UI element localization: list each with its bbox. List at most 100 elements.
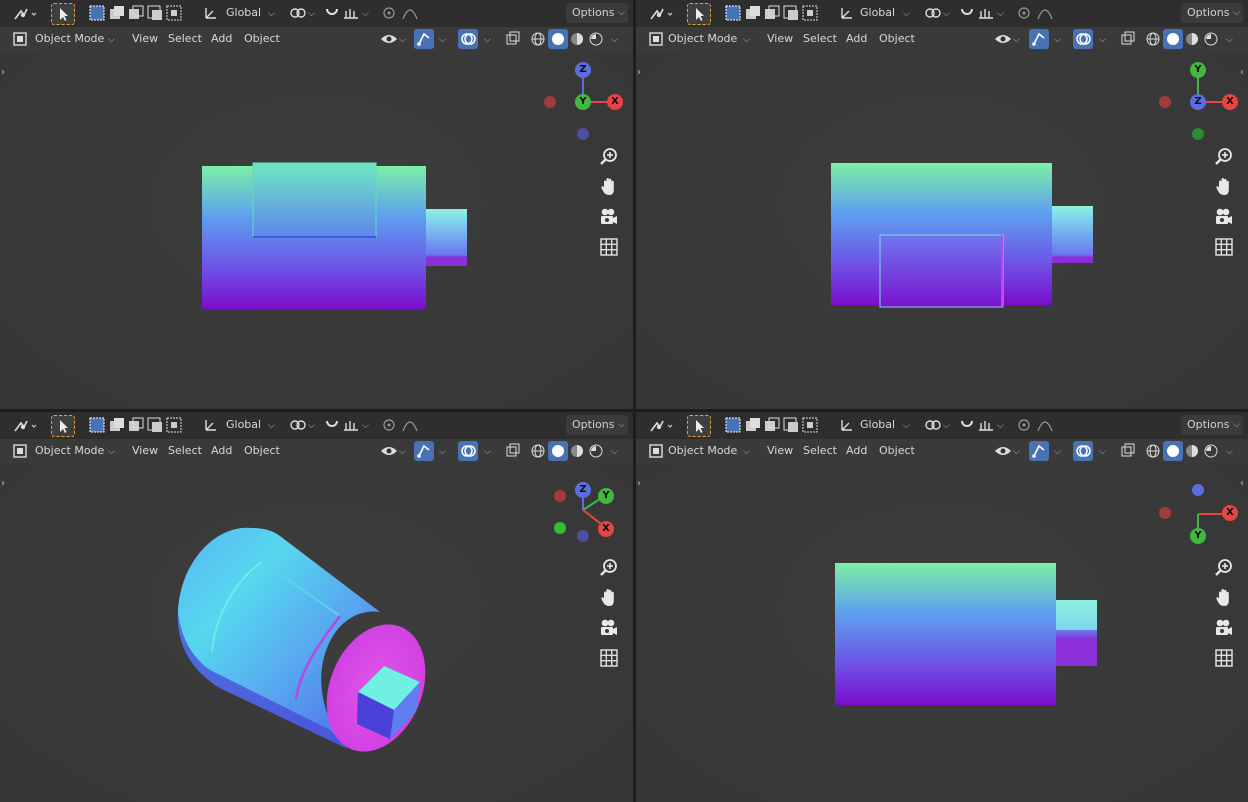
viewport-bottom-left[interactable]: Global ⌵ ⌵ ⌵ Options ⌵ Object Mode ⌵ View… <box>0 412 633 802</box>
visibility-eye-icon[interactable] <box>994 443 1012 459</box>
select-intersect-icon[interactable] <box>165 416 183 434</box>
overlays-toggle-button[interactable] <box>1073 441 1093 461</box>
xray-toggle-icon[interactable] <box>505 31 521 47</box>
navigation-gizmo[interactable]: Y Z X <box>1155 60 1245 145</box>
gizmo-toggle-button[interactable] <box>1029 441 1049 461</box>
rendered-shading-icon[interactable] <box>588 443 604 459</box>
camera-view-icon[interactable] <box>598 206 620 228</box>
xray-toggle-icon[interactable] <box>1120 31 1136 47</box>
gizmo-y-axis[interactable]: Y <box>598 488 614 504</box>
gizmo-x-axis[interactable]: X <box>1222 94 1238 110</box>
chevron-down-icon[interactable]: ⌵ <box>611 447 618 457</box>
xray-toggle-icon[interactable] <box>505 443 521 459</box>
chevron-down-icon[interactable]: ⌵ <box>1099 35 1106 45</box>
select-tool-button[interactable] <box>51 415 75 437</box>
proportional-editing-icon[interactable] <box>1015 5 1033 21</box>
transform-orientation-value[interactable]: Global <box>860 6 895 20</box>
editor-type-icon[interactable] <box>10 4 38 24</box>
chevron-down-icon[interactable]: ⌵ <box>997 421 1004 431</box>
select-box-mode-icon[interactable] <box>88 4 106 22</box>
hand-pan-icon[interactable] <box>1213 587 1235 609</box>
select-subtract-icon[interactable] <box>763 4 781 22</box>
chevron-down-icon[interactable]: ⌵ <box>997 9 1004 19</box>
material-shading-icon[interactable] <box>569 31 585 47</box>
overlays-toggle-button[interactable] <box>458 29 478 49</box>
chevron-down-icon[interactable]: ⌵ <box>1054 447 1061 457</box>
wireframe-shading-icon[interactable] <box>530 31 546 47</box>
camera-view-icon[interactable] <box>1213 206 1235 228</box>
gizmo-y-axis[interactable]: Y <box>575 94 591 110</box>
chevron-down-icon[interactable]: ⌵ <box>268 421 275 431</box>
snap-magnet-icon[interactable] <box>323 417 341 433</box>
hand-pan-icon[interactable] <box>1213 176 1235 198</box>
chevron-down-icon[interactable]: ⌵ <box>484 447 491 457</box>
transform-orientation-value[interactable]: Global <box>226 418 261 432</box>
visibility-eye-icon[interactable] <box>380 31 398 47</box>
chevron-down-icon[interactable]: ⌵ <box>399 447 406 457</box>
gizmo-y-axis[interactable]: Y <box>1190 62 1206 78</box>
menu-object[interactable]: Object <box>879 32 915 46</box>
editor-type-icon[interactable] <box>646 416 674 436</box>
camera-view-icon[interactable] <box>598 617 620 639</box>
transform-orientation-value[interactable]: Global <box>226 6 261 20</box>
camera-view-icon[interactable] <box>1213 617 1235 639</box>
chevron-down-icon[interactable]: ⌵ <box>743 447 750 457</box>
proportional-editing-icon[interactable] <box>380 417 398 433</box>
mode-selector[interactable]: Object Mode <box>668 32 737 46</box>
solid-shading-button[interactable] <box>1163 29 1183 49</box>
gizmo-z-axis[interactable]: Z <box>575 62 591 78</box>
chevron-down-icon[interactable]: ⌵ <box>108 447 115 457</box>
mode-selector[interactable]: Object Mode <box>35 444 104 458</box>
pivot-point-icon[interactable] <box>289 417 307 433</box>
chevron-down-icon[interactable]: ⌵ <box>362 9 369 19</box>
select-subtract-icon[interactable] <box>127 4 145 22</box>
select-tool-button[interactable] <box>687 3 711 25</box>
toolbar-expand-arrow[interactable]: › <box>1 67 9 78</box>
menu-add[interactable]: Add <box>846 444 867 458</box>
wireframe-shading-icon[interactable] <box>1145 443 1161 459</box>
snap-magnet-icon[interactable] <box>958 5 976 21</box>
menu-object[interactable]: Object <box>879 444 915 458</box>
transform-orientation-value[interactable]: Global <box>860 418 895 432</box>
overlays-toggle-button[interactable] <box>458 441 478 461</box>
gizmo-x-axis[interactable]: X <box>607 94 623 110</box>
select-extend-icon[interactable] <box>108 4 126 22</box>
visibility-eye-icon[interactable] <box>994 31 1012 47</box>
material-shading-icon[interactable] <box>569 443 585 459</box>
select-tool-button[interactable] <box>51 3 75 25</box>
menu-select[interactable]: Select <box>168 32 202 46</box>
mode-selector[interactable]: Object Mode <box>35 32 104 46</box>
navigation-gizmo[interactable]: Z Y X <box>545 480 625 550</box>
gizmo-z-axis-neg[interactable] <box>1192 484 1204 496</box>
gizmo-neg-y[interactable] <box>554 522 566 534</box>
falloff-curve-icon[interactable] <box>1036 5 1054 21</box>
rendered-shading-icon[interactable] <box>1203 31 1219 47</box>
gizmo-z-axis[interactable]: Z <box>575 482 591 498</box>
menu-view[interactable]: View <box>132 444 158 458</box>
rendered-shading-icon[interactable] <box>1203 443 1219 459</box>
select-subtract-icon[interactable] <box>127 416 145 434</box>
mode-selector[interactable]: Object Mode <box>668 444 737 458</box>
options-button[interactable]: Options ⌵ <box>1181 415 1243 435</box>
select-tool-button[interactable] <box>687 415 711 437</box>
falloff-curve-icon[interactable] <box>401 5 419 21</box>
menu-select[interactable]: Select <box>803 444 837 458</box>
chevron-down-icon[interactable]: ⌵ <box>439 35 446 45</box>
menu-view[interactable]: View <box>132 32 158 46</box>
gizmo-toggle-button[interactable] <box>1029 29 1049 49</box>
menu-object[interactable]: Object <box>244 444 280 458</box>
ortho-grid-icon[interactable] <box>1213 236 1235 258</box>
toolbar-expand-arrow[interactable]: › <box>637 67 645 78</box>
chevron-down-icon[interactable]: ⌵ <box>1226 447 1233 457</box>
chevron-down-icon[interactable]: ⌵ <box>943 9 950 19</box>
chevron-down-icon[interactable]: ⌵ <box>1099 447 1106 457</box>
menu-add[interactable]: Add <box>211 444 232 458</box>
hand-pan-icon[interactable] <box>598 176 620 198</box>
chevron-down-icon[interactable]: ⌵ <box>743 35 750 45</box>
proportional-editing-icon[interactable] <box>380 5 398 21</box>
select-invert-icon[interactable] <box>146 416 164 434</box>
pivot-point-icon[interactable] <box>289 5 307 21</box>
wireframe-shading-icon[interactable] <box>1145 31 1161 47</box>
select-intersect-icon[interactable] <box>165 4 183 22</box>
toolbar-expand-arrow[interactable]: › <box>1 478 9 489</box>
